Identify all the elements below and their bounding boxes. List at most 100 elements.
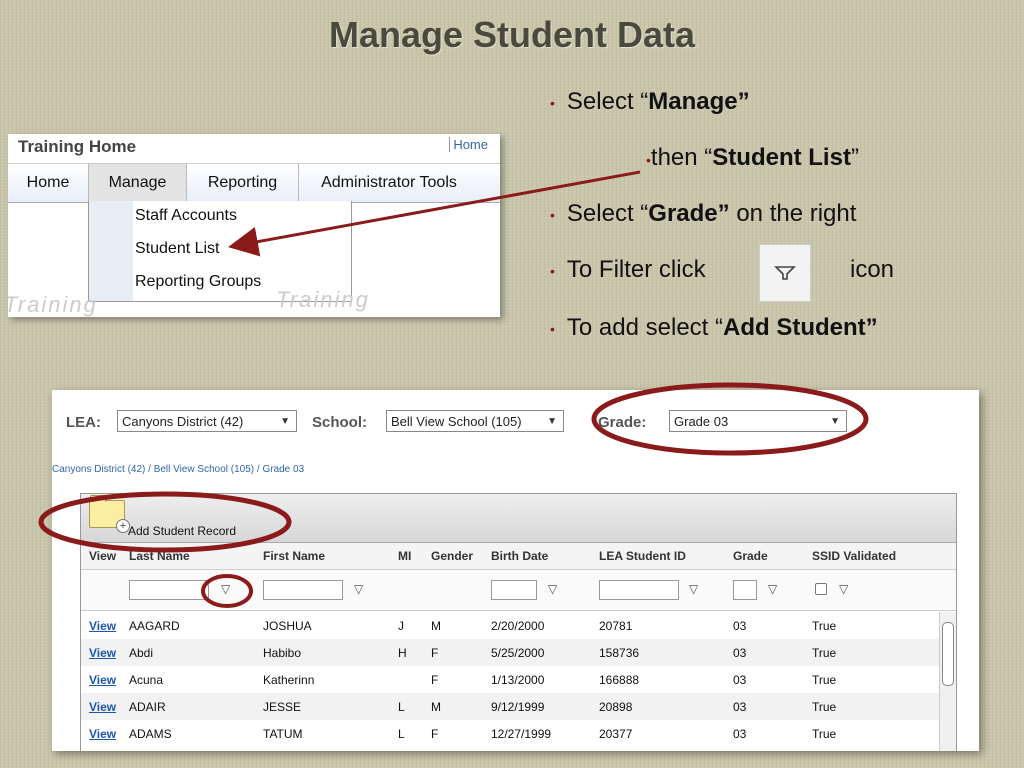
filter-icon-sample [759,244,811,302]
col-header-birth-date[interactable]: Birth Date [491,549,548,563]
cell-first-name: JESSE [263,700,302,714]
cell-mi: J [398,619,404,633]
bullet-select-manage: • Select “Manage” [550,88,750,116]
filter-icon[interactable]: ▽ [689,582,698,596]
bullet-dot-icon: • [550,262,555,279]
view-link[interactable]: View [89,727,116,741]
menu-item-staff-accounts[interactable]: Staff Accounts [135,207,237,225]
chevron-down-icon: ▼ [280,416,290,427]
cell-grade: 03 [733,700,747,714]
cell-lea-student-id: 166888 [599,673,640,687]
cell-grade: 03 [733,646,747,660]
nav-home[interactable]: Home [8,164,89,202]
cell-ssid-validated: True [812,727,837,741]
bullet-add-student: • To add select “Add Student” [550,314,878,342]
scrollbar-thumb[interactable] [942,622,954,686]
chevron-down-icon: ▼ [830,416,840,427]
cell-ssid-validated: True [812,700,837,714]
cell-last-name: Acuna [129,673,164,687]
folder-add-icon[interactable]: + [89,495,130,533]
nav-administrator-tools[interactable]: Administrator Tools [299,164,479,202]
view-link[interactable]: View [89,619,116,633]
birth-date-filter-input[interactable] [491,580,537,600]
view-link[interactable]: View [89,700,116,714]
table-row: View ADAIR JESSE L M 9/12/1999 20898 03 … [81,693,939,720]
bullet-select-grade: • Select “Grade” on the right [550,200,856,228]
cell-grade: 03 [733,727,747,741]
home-link[interactable]: Home [449,137,488,152]
grade-select[interactable]: Grade 03 ▼ [669,410,847,432]
view-link[interactable]: View [89,646,116,660]
cell-gender: F [431,673,439,687]
bullet-text: To add select “ [566,314,723,341]
school-select[interactable]: Bell View School (105) ▼ [386,410,564,432]
grid-header-row: View Last Name First Name MI Gender Birt… [81,543,956,570]
grade-filter-input[interactable] [733,580,757,600]
table-row: View Abdi Habibo H F 5/25/2000 158736 03… [81,639,939,666]
last-name-filter-input[interactable] [129,580,209,600]
dropdown-strip [89,201,133,301]
bullet-bold: Add Student” [723,314,878,341]
nav-reporting[interactable]: Reporting [187,164,299,202]
menu-item-student-list[interactable]: Student List [135,240,220,258]
filter-icon[interactable]: ▽ [354,582,363,596]
col-header-last-name[interactable]: Last Name [129,549,190,563]
cell-birth-date: 1/13/2000 [491,673,545,687]
filter-icon [774,266,796,280]
lea-student-id-filter-input[interactable] [599,580,679,600]
col-header-first-name[interactable]: First Name [263,549,325,563]
cell-grade: 03 [733,619,747,633]
app-header-title: Training Home [18,137,137,156]
bullet-text: icon [850,256,895,283]
filter-icon[interactable]: ▽ [839,582,848,596]
first-name-filter-input[interactable] [263,580,343,600]
slide-title: Manage Student Data [328,14,696,55]
cell-birth-date: 9/12/1999 [491,700,545,714]
col-header-view: View [89,549,117,563]
grade-label: Grade: [598,414,647,431]
cell-birth-date: 12/27/1999 [491,727,552,741]
filter-icon[interactable]: ▽ [768,582,777,596]
nav-manage[interactable]: Manage [89,164,187,202]
menu-item-reporting-groups[interactable]: Reporting Groups [135,273,261,291]
bullet-text: Select “ [566,88,649,115]
cell-last-name: Abdi [129,646,154,660]
ssid-validated-filter-checkbox[interactable] [815,583,827,595]
main-nav: Home Manage Reporting Administrator Tool… [8,163,500,203]
bullet-text: Select “ [566,200,649,227]
lea-select[interactable]: Canyons District (42) ▼ [117,410,297,432]
add-student-record-button[interactable]: Add Student Record [128,524,236,538]
school-label: School: [312,414,367,431]
col-header-ssid-validated[interactable]: SSID Validated [812,549,896,563]
col-header-grade[interactable]: Grade [733,549,768,563]
view-link[interactable]: View [89,673,116,687]
cell-gender: M [431,700,441,714]
cell-first-name: Katherinn [263,673,315,687]
col-header-gender[interactable]: Gender [431,549,473,563]
bullet-bold: Manage” [648,88,750,115]
cell-grade: 03 [733,673,747,687]
table-row: View ADAMS TATUM L F 12/27/1999 20377 03… [81,720,939,747]
filter-icon[interactable]: ▽ [221,582,230,596]
cell-gender: F [431,646,439,660]
col-header-lea-student-id[interactable]: LEA Student ID [599,549,686,563]
filter-icon[interactable]: ▽ [548,582,557,596]
cell-mi: H [398,646,407,660]
bullet-text: To Filter click [566,256,706,283]
cell-gender: M [431,619,441,633]
table-row: View AAGARD JOSHUA J M 2/20/2000 20781 0… [81,612,939,639]
cell-ssid-validated: True [812,673,837,687]
lea-label: LEA: [66,414,101,431]
table-row: View Acuna Katherinn F 1/13/2000 166888 … [81,666,939,693]
bullet-text: on the right [729,200,857,227]
watermark-text: Training [8,292,98,317]
grid-scrollbar[interactable] [939,612,956,751]
cell-lea-student-id: 20377 [599,727,633,741]
cell-lea-student-id: 158736 [599,646,640,660]
school-select-value: Bell View School (105) [391,414,522,429]
cell-last-name: ADAMS [129,727,172,741]
student-grid-screenshot: LEA: Canyons District (42) ▼ Bell View S… [52,390,979,751]
col-header-mi[interactable]: MI [398,549,411,563]
breadcrumb[interactable]: Canyons District (42) / Bell View School… [52,464,304,475]
cell-birth-date: 5/25/2000 [491,646,545,660]
